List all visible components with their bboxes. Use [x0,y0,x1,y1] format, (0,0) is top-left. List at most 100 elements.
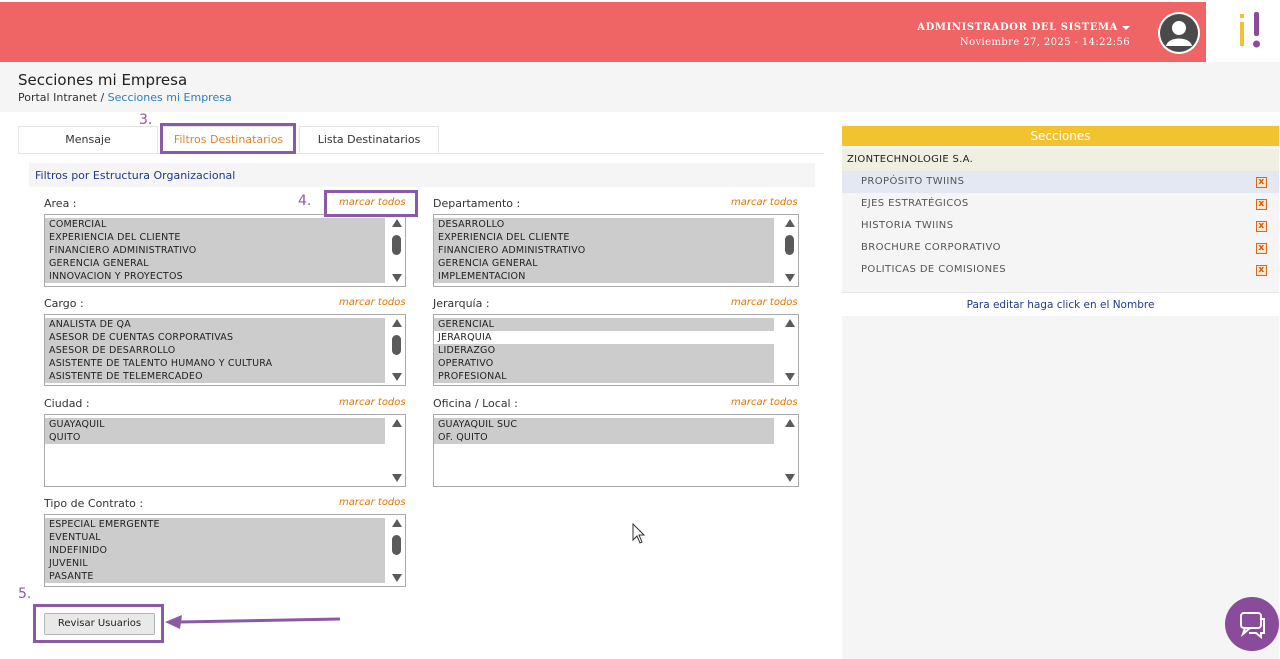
listbox-scrollbar[interactable] [780,215,798,286]
user-menu[interactable]: ADMINISTRADOR DEL SISTEMA Noviembre 27, … [917,22,1130,48]
area-listbox[interactable]: COMERCIAL EXPERIENCIA DEL CLIENTE FINANC… [44,214,406,287]
list-option[interactable]: OPERATIVO [434,357,774,370]
cargo-listbox[interactable]: ANALISTA DE QA ASESOR DE CUENTAS CORPORA… [44,314,406,386]
scroll-up-icon[interactable] [785,319,795,327]
list-option[interactable]: INNOVACION Y PROYECTOS [45,270,385,283]
scroll-down-icon[interactable] [392,474,402,482]
scroll-down-icon[interactable] [785,474,795,482]
seccion-item-label[interactable]: POLITICAS DE COMISIONES [861,264,1006,275]
cargo-select-all-link[interactable]: marcar todos [339,297,406,308]
scroll-up-icon[interactable] [392,419,402,427]
seccion-item-label[interactable]: EJES ESTRATÉGICOS [861,198,969,209]
chat-button[interactable] [1225,597,1279,651]
scroll-thumb[interactable] [392,535,401,555]
list-option[interactable]: ASISTENTE DE TELEMERCADEO [45,370,385,383]
ciudad-select-all-link[interactable]: marcar todos [339,397,406,408]
delete-icon[interactable]: x [1256,177,1267,188]
list-option[interactable]: GUAYAQUIL SUC [434,418,774,431]
departamento-listbox[interactable]: DESARROLLO EXPERIENCIA DEL CLIENTE FINAN… [433,214,799,287]
list-option[interactable]: GERENCIAL [434,318,774,331]
list-option[interactable]: LIDERAZGO [434,344,774,357]
list-option[interactable]: IMPLEMENTACION [434,270,774,283]
scroll-up-icon[interactable] [392,519,402,527]
breadcrumb-current[interactable]: Secciones mi Empresa [108,91,232,104]
list-option[interactable]: INDEFINIDO [45,544,385,557]
list-option[interactable]: DESARROLLO [434,218,774,231]
list-option[interactable]: FINANCIERO ADMINISTRATIVO [434,244,774,257]
list-option[interactable]: JERARQUIA [434,331,774,344]
contrato-select-all-link[interactable]: marcar todos [339,497,406,508]
list-option[interactable]: COMERCIAL [45,218,385,231]
chevron-down-icon [1122,25,1130,30]
annotation-number: 5. [18,586,32,602]
list-option[interactable]: PASANTE [45,570,385,583]
list-option[interactable]: EXPERIENCIA DEL CLIENTE [45,231,385,244]
scroll-up-icon[interactable] [392,319,402,327]
delete-icon[interactable]: x [1256,221,1267,232]
scroll-down-icon[interactable] [785,373,795,381]
scroll-up-icon[interactable] [785,419,795,427]
delete-icon[interactable]: x [1256,199,1267,210]
listbox-scrollbar[interactable] [387,315,405,385]
scroll-up-icon[interactable] [785,219,795,227]
list-option[interactable]: JUVENIL [45,557,385,570]
secciones-header: Secciones [842,126,1279,146]
user-name-dropdown[interactable]: ADMINISTRADOR DEL SISTEMA [917,22,1130,33]
listbox-scrollbar[interactable] [387,515,405,586]
list-option[interactable]: GERENCIA GENERAL [45,257,385,270]
listbox-scrollbar[interactable] [780,415,798,486]
tab-mensaje[interactable]: Mensaje [18,126,158,154]
scroll-thumb[interactable] [392,335,401,355]
tab-divider [18,153,824,154]
seccion-item[interactable]: EJES ESTRATÉGICOS x [842,193,1279,215]
seccion-item[interactable]: POLITICAS DE COMISIONES x [842,259,1279,281]
oficina-select-all-link[interactable]: marcar todos [731,397,798,408]
ciudad-listbox[interactable]: GUAYAQUIL QUITO [44,414,406,487]
scroll-down-icon[interactable] [392,373,402,381]
listbox-scrollbar[interactable] [780,315,798,385]
jerarquia-listbox[interactable]: GERENCIAL JERARQUIA LIDERAZGO OPERATIVO … [433,314,799,386]
list-option[interactable]: FINANCIERO ADMINISTRATIVO [45,244,385,257]
list-option[interactable]: QUITO [45,431,385,444]
departamento-select-all-link[interactable]: marcar todos [731,197,798,208]
listbox-scrollbar[interactable] [387,215,405,286]
scroll-down-icon[interactable] [392,274,402,282]
list-option[interactable]: ASESOR DE CUENTAS CORPORATIVAS [45,331,385,344]
scroll-down-icon[interactable] [785,274,795,282]
list-option[interactable]: EXPERIENCIA DEL CLIENTE [434,231,774,244]
avatar[interactable] [1158,12,1200,54]
list-option[interactable]: PROFESIONAL [434,370,774,383]
delete-icon[interactable]: x [1256,243,1267,254]
cargo-label: Cargo : [44,297,84,310]
seccion-item[interactable]: PROPÓSITO TWIINS x [842,171,1279,193]
list-option[interactable]: EVENTUAL [45,531,385,544]
scroll-thumb[interactable] [785,235,794,255]
list-option[interactable]: GUAYAQUIL [45,418,385,431]
contrato-listbox[interactable]: ESPECIAL EMERGENTE EVENTUAL INDEFINIDO J… [44,514,406,587]
oficina-listbox[interactable]: GUAYAQUIL SUC OF. QUITO [433,414,799,487]
delete-icon[interactable]: x [1256,265,1267,276]
scroll-up-icon[interactable] [392,219,402,227]
seccion-item[interactable]: HISTORIA TWIINS x [842,215,1279,237]
annotation-box-marcar [324,190,418,217]
page-title: Secciones mi Empresa [18,71,188,89]
list-option[interactable]: GERENCIA GENERAL [434,257,774,270]
list-option[interactable]: ASISTENTE DE TALENTO HUMANO Y CULTURA [45,357,385,370]
scroll-thumb[interactable] [392,235,401,255]
list-option[interactable]: ESPECIAL EMERGENTE [45,518,385,531]
seccion-item-label[interactable]: BROCHURE CORPORATIVO [861,242,1001,253]
tab-lista-destinatarios[interactable]: Lista Destinatarios [299,126,439,154]
jerarquia-select-all-link[interactable]: marcar todos [731,297,798,308]
seccion-item-label[interactable]: PROPÓSITO TWIINS [861,176,964,187]
list-option[interactable]: ASESOR DE DESARROLLO [45,344,385,357]
annotation-box-button [33,604,164,643]
scroll-down-icon[interactable] [392,574,402,582]
list-option[interactable]: ANALISTA DE QA [45,318,385,331]
seccion-item-label[interactable]: HISTORIA TWIINS [861,220,953,231]
breadcrumb-root[interactable]: Portal Intranet [18,91,97,104]
top-header-bar: ADMINISTRADOR DEL SISTEMA Noviembre 27, … [0,0,1206,62]
seccion-item[interactable]: BROCHURE CORPORATIVO x [842,237,1279,259]
listbox-scrollbar[interactable] [387,415,405,486]
app-logo [1206,0,1280,62]
list-option[interactable]: OF. QUITO [434,431,774,444]
